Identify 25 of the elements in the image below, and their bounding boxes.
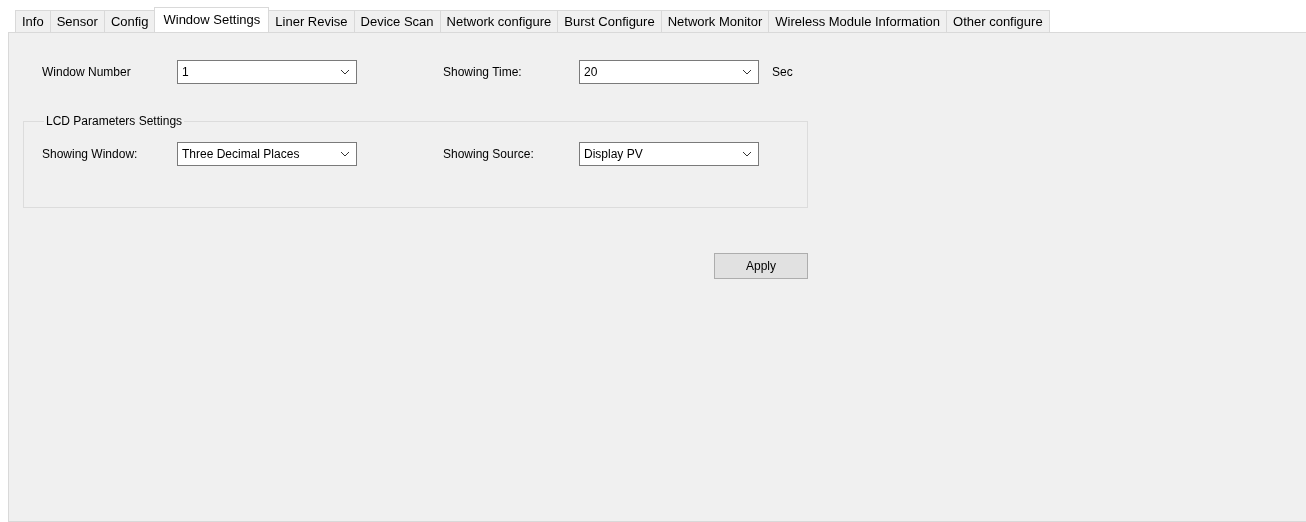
dropdown[interactable]: Display PV <box>579 142 759 166</box>
unit-label: Sec <box>772 65 793 79</box>
dropdown[interactable]: Three Decimal Places <box>177 142 357 166</box>
tab[interactable]: Wireless Module Information <box>768 10 948 32</box>
tab[interactable]: Config <box>103 10 156 32</box>
field-label: Showing Time: <box>442 65 523 79</box>
field-label: Showing Source: <box>442 147 535 161</box>
apply-button[interactable]: Apply <box>714 253 808 279</box>
field-label: Window Number <box>41 65 132 79</box>
tab[interactable]: Network configure <box>439 10 559 32</box>
tab[interactable]: Other configure <box>946 10 1050 32</box>
dropdown[interactable]: 1 <box>177 60 357 84</box>
chevron-down-icon <box>742 69 752 75</box>
group-title: LCD Parameters Settings <box>45 114 184 128</box>
tab[interactable]: Liner Revise <box>268 10 355 32</box>
chevron-down-icon <box>742 151 752 157</box>
tab[interactable]: Sensor <box>49 10 105 32</box>
tab[interactable]: Info <box>15 10 51 32</box>
tab[interactable]: Burst Configure <box>557 10 662 32</box>
tab[interactable]: Network Monitor <box>660 10 770 32</box>
chevron-down-icon <box>340 69 350 75</box>
chevron-down-icon <box>340 151 350 157</box>
tab[interactable]: Device Scan <box>353 10 441 32</box>
field-label: Showing Window: <box>41 147 139 161</box>
dropdown[interactable]: 20 <box>579 60 759 84</box>
